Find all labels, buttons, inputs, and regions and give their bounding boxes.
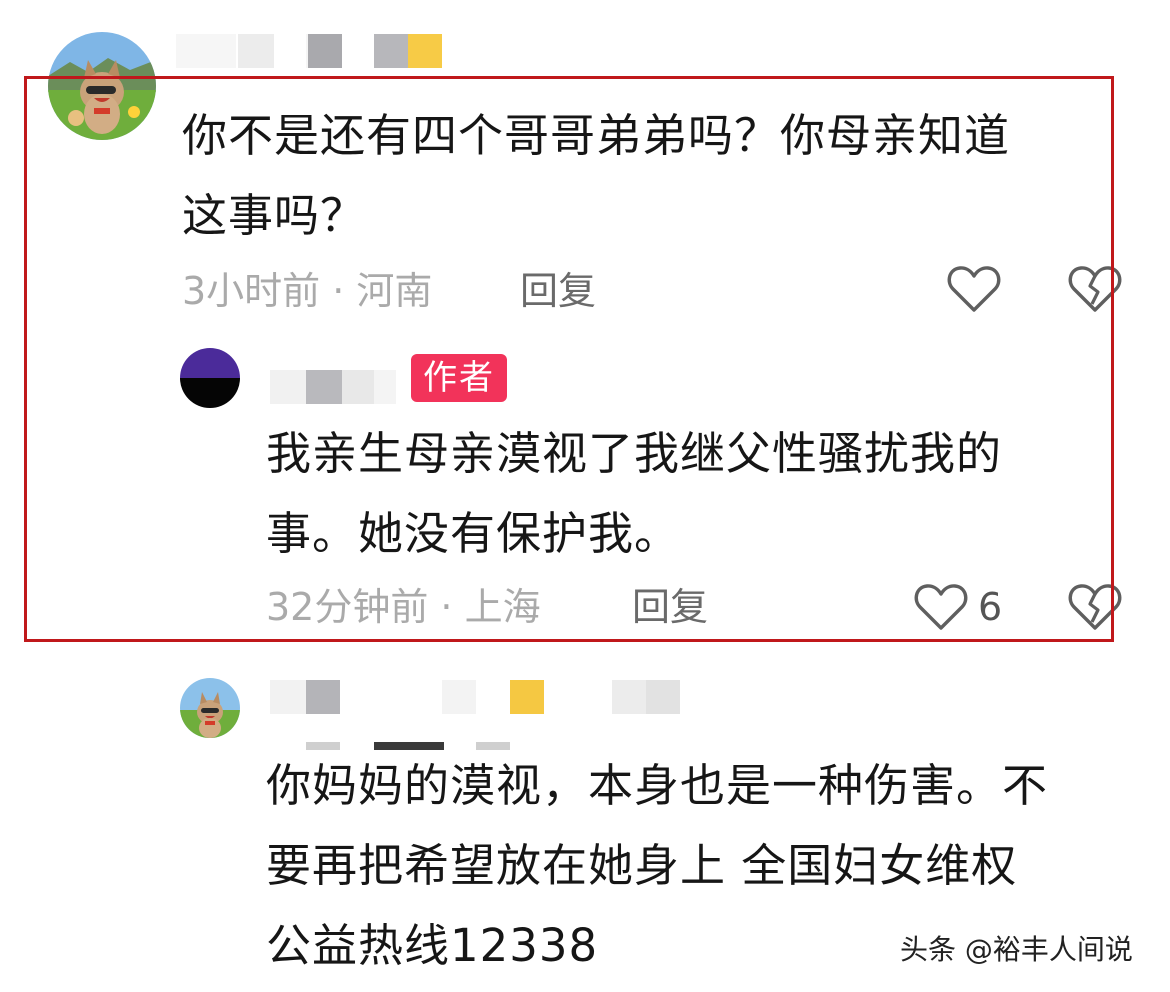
reply-text: 我亲生母亲漠视了我继父性骚扰我的 事。她没有保护我。: [266, 414, 1002, 574]
comment-line: 要再把希望放在她身上 全国妇女维权: [266, 839, 1018, 892]
like-count: 6: [978, 585, 1003, 629]
commenter-avatar[interactable]: [180, 678, 240, 738]
author-badge: 作者: [411, 354, 507, 402]
commenter-name-redacted: [176, 34, 446, 68]
heart-icon[interactable]: [914, 582, 968, 632]
broken-heart-icon[interactable]: [1068, 264, 1122, 314]
comment-line: 事。她没有保护我。: [266, 507, 681, 560]
author-name-redacted: [270, 370, 400, 404]
watermark: 头条 @裕丰人间说: [900, 933, 1133, 966]
cat-avatar-icon: [180, 678, 240, 738]
broken-heart-icon[interactable]: [1068, 582, 1122, 632]
commenter-avatar[interactable]: [48, 32, 156, 140]
comment-thread-screenshot: 你不是还有四个哥哥弟弟吗？你母亲知道 这事吗？ 3小时前 · 河南 回复 作者 …: [0, 0, 1170, 992]
comment-line: 这事吗？: [182, 189, 367, 242]
half-circle-avatar-icon: [180, 348, 240, 408]
reply-button[interactable]: 回复: [632, 582, 708, 632]
comment-line: 你不是还有四个哥哥弟弟吗？你母亲知道: [182, 109, 1011, 162]
comment-text: 你不是还有四个哥哥弟弟吗？你母亲知道 这事吗？: [182, 96, 1010, 256]
author-avatar[interactable]: [180, 348, 240, 408]
reply-button[interactable]: 回复: [520, 266, 596, 316]
comment-timestamp-location: 3小时前 · 河南: [182, 269, 433, 313]
comment-line: 你妈妈的漠视，本身也是一种伤害。不: [266, 759, 1049, 812]
comment-line: 我亲生母亲漠视了我继父性骚扰我的: [266, 427, 1003, 480]
reply-timestamp-location: 32分钟前 · 上海: [266, 585, 541, 629]
heart-icon[interactable]: [947, 264, 1001, 314]
commenter-name-redacted: [270, 680, 690, 714]
cat-avatar-icon: [48, 32, 156, 140]
